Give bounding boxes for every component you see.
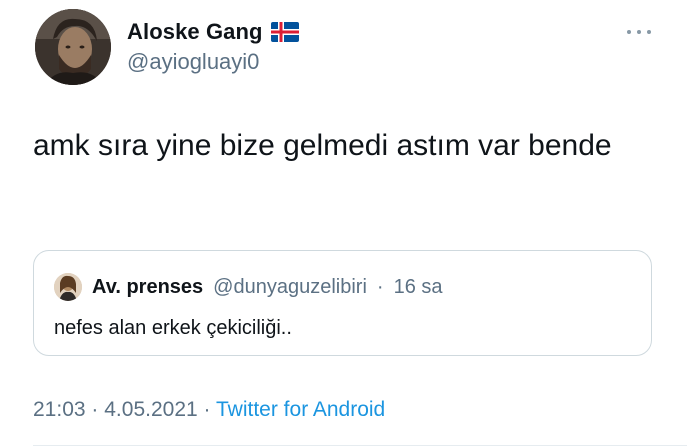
quoted-time[interactable]: 16 sa <box>394 276 443 299</box>
more-dot <box>637 30 641 34</box>
quoted-display-name[interactable]: Av. prenses <box>92 276 203 299</box>
tweet-text: amk sıra yine bize gelmedi astım var ben… <box>33 129 612 162</box>
divider <box>33 445 687 446</box>
quoted-avatar[interactable] <box>54 273 82 301</box>
quoted-handle[interactable]: @dunyaguzelibiri <box>213 276 367 299</box>
meta-separator: · <box>203 398 211 421</box>
author-display-name[interactable]: Aloske Gang <box>127 19 263 45</box>
more-icon[interactable] <box>627 27 651 37</box>
quoted-tweet[interactable]: Av. prenses @dunyaguzelibiri · 16 sa nef… <box>33 250 652 356</box>
more-dot <box>627 30 631 34</box>
more-dot <box>647 30 651 34</box>
quoted-tweet-header: Av. prenses @dunyaguzelibiri · 16 sa <box>54 273 443 301</box>
author-name-row: Aloske Gang <box>127 19 299 45</box>
tweet-card: Aloske Gang @ayiogluayi0 amk sıra yine b… <box>0 0 687 447</box>
iceland-flag-icon <box>270 22 299 42</box>
author-handle[interactable]: @ayiogluayi0 <box>127 49 259 75</box>
tweet-time[interactable]: 21:03 <box>33 398 86 421</box>
quoted-separator: · <box>376 275 384 298</box>
avatar[interactable] <box>35 9 111 85</box>
quoted-tweet-text: nefes alan erkek çekiciliği.. <box>54 317 292 339</box>
tweet-source-link[interactable]: Twitter for Android <box>216 398 385 421</box>
tweet-meta: 21:03 · 4.05.2021 · Twitter for Android <box>33 398 385 422</box>
meta-separator: · <box>91 398 99 421</box>
tweet-date[interactable]: 4.05.2021 <box>104 398 197 421</box>
